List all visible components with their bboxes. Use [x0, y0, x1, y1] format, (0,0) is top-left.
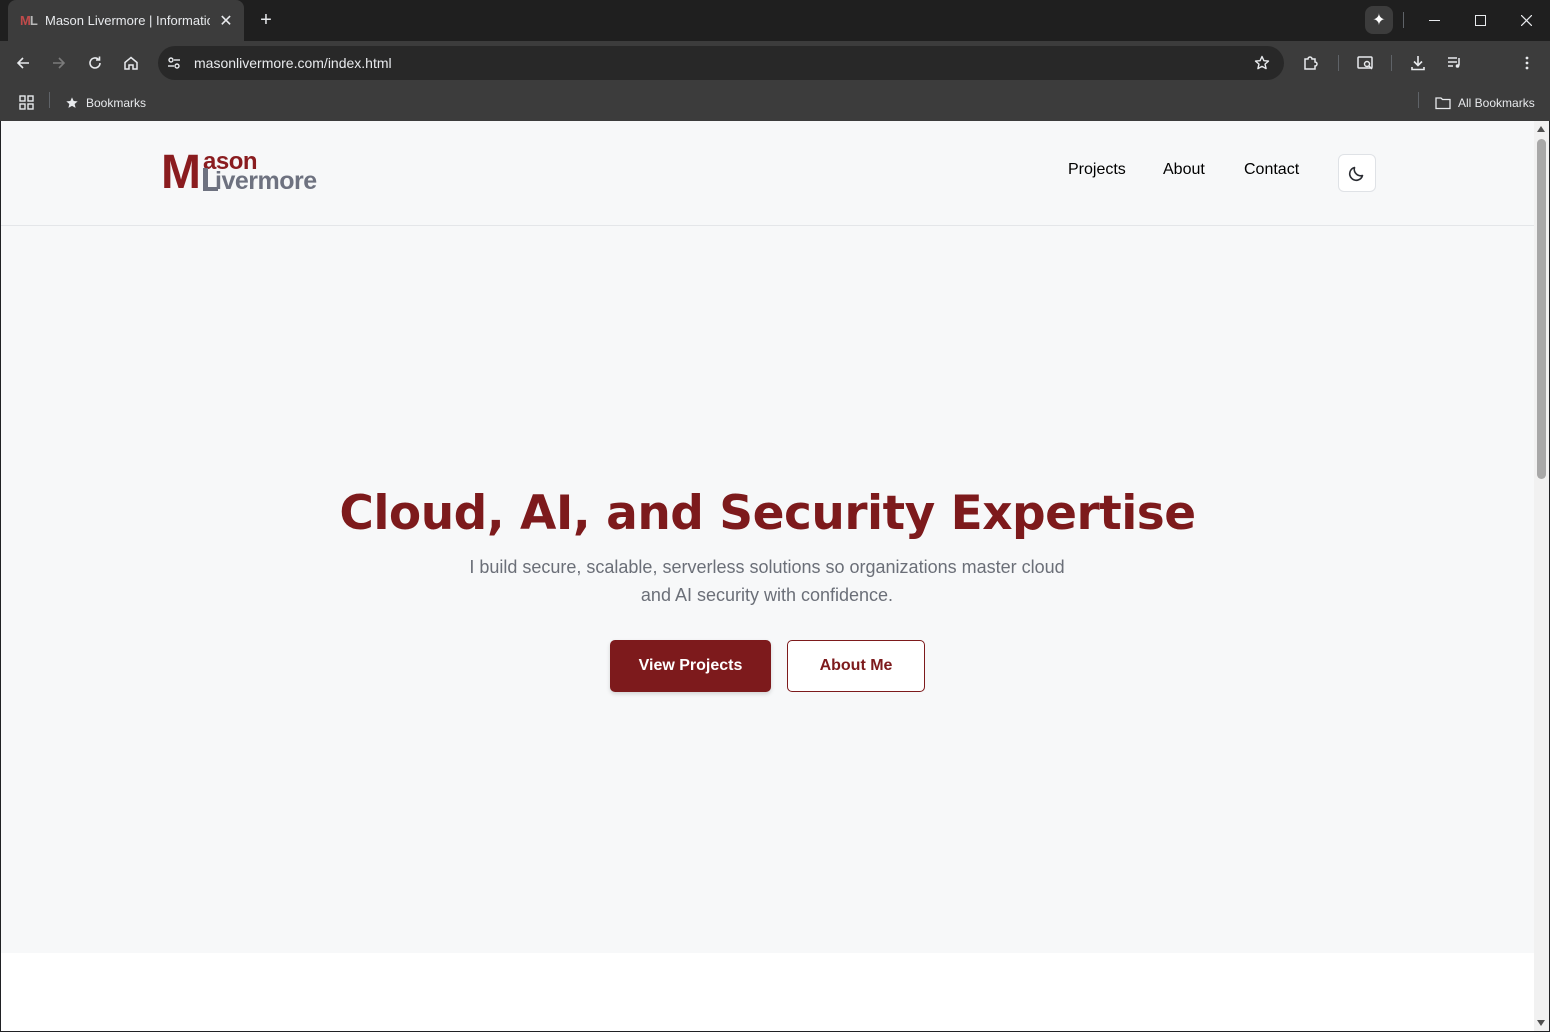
- divider: [1418, 92, 1419, 108]
- minimize-button[interactable]: [1411, 0, 1457, 41]
- nav-link-projects[interactable]: Projects: [1068, 161, 1126, 179]
- close-icon: [1520, 15, 1532, 26]
- logo-ivermore: ivermore: [215, 167, 317, 195]
- close-tab-icon[interactable]: ✕: [218, 11, 234, 31]
- all-bookmarks-label: All Bookmarks: [1458, 96, 1535, 110]
- forward-button[interactable]: [45, 49, 73, 77]
- star-icon: [1254, 55, 1270, 70]
- site-info-button[interactable]: [160, 49, 188, 77]
- moon-icon: [1348, 166, 1364, 182]
- back-icon: [16, 57, 29, 69]
- favicon-icon: ML: [20, 13, 38, 28]
- bookmarks-bar: Bookmarks All Bookmarks: [0, 85, 1550, 121]
- bookmark-star-button[interactable]: [1248, 49, 1276, 77]
- star-icon: [66, 97, 78, 108]
- new-tab-button[interactable]: +: [255, 8, 277, 32]
- maximize-icon: [1474, 15, 1486, 26]
- home-icon: [124, 56, 138, 70]
- page-scrollbar[interactable]: [1534, 121, 1549, 1031]
- minimize-icon: [1428, 20, 1440, 21]
- scroll-thumb[interactable]: [1537, 139, 1546, 479]
- hero-subtitle: I build secure, scalable, serverless sol…: [469, 557, 1065, 605]
- all-bookmarks-folder[interactable]: All Bookmarks: [1435, 93, 1535, 113]
- browser-tab[interactable]: ML Mason Livermore | Information ✕: [8, 0, 244, 41]
- download-icon: [1411, 56, 1425, 71]
- extensions-icon: [1304, 56, 1318, 70]
- reload-button[interactable]: [81, 49, 109, 77]
- gemini-button[interactable]: ✦: [1365, 6, 1393, 34]
- bookmarks-folder[interactable]: Bookmarks: [65, 93, 146, 113]
- more-menu-button[interactable]: [1513, 49, 1541, 77]
- hero-title: Cloud, AI, and Security Expertise: [339, 486, 1196, 541]
- apps-button[interactable]: [17, 93, 37, 113]
- downloads-button[interactable]: [1404, 49, 1432, 77]
- scroll-down-icon[interactable]: [1537, 1020, 1545, 1026]
- url-text[interactable]: masonlivermore.com/index.html: [194, 55, 1248, 71]
- browser-chrome: ML Mason Livermore | Information ✕ + ✦ m…: [0, 0, 1550, 121]
- logo-m: M: [161, 146, 201, 199]
- site-info-icon: [168, 57, 180, 69]
- theme-toggle-button[interactable]: [1338, 154, 1376, 192]
- site-logo[interactable]: M ason ivermore: [161, 146, 336, 199]
- page-viewport: M ason ivermore Projects About Contact C…: [1, 121, 1534, 1031]
- tab-strip: ML Mason Livermore | Information ✕ + ✦: [0, 0, 1550, 41]
- reading-mode-button[interactable]: [1351, 49, 1379, 77]
- next-section: [1, 953, 1534, 1031]
- scroll-up-icon[interactable]: [1537, 126, 1545, 132]
- about-me-button[interactable]: About Me: [787, 640, 925, 692]
- address-bar[interactable]: masonlivermore.com/index.html: [158, 46, 1284, 80]
- folder-icon: [1435, 97, 1451, 110]
- nav-link-about[interactable]: About: [1163, 161, 1205, 179]
- extensions-button[interactable]: [1297, 49, 1325, 77]
- back-button[interactable]: [9, 49, 37, 77]
- bookmarks-label: Bookmarks: [86, 96, 147, 110]
- divider: [49, 92, 50, 108]
- media-control-button[interactable]: [1441, 49, 1469, 77]
- more-menu-icon: [1525, 56, 1529, 70]
- home-button[interactable]: [117, 49, 145, 77]
- forward-icon: [53, 57, 66, 69]
- reading-mode-icon: [1357, 56, 1373, 70]
- browser-toolbar: masonlivermore.com/index.html: [0, 41, 1550, 85]
- tab-title: Mason Livermore | Information: [45, 13, 210, 28]
- nav-link-contact[interactable]: Contact: [1244, 161, 1299, 179]
- view-projects-button[interactable]: View Projects: [610, 640, 771, 692]
- divider: [1338, 55, 1339, 71]
- site-header: M ason ivermore Projects About Contact: [1, 121, 1534, 226]
- reload-icon: [89, 56, 101, 69]
- divider: [1391, 55, 1392, 71]
- apps-icon: [19, 95, 34, 110]
- close-window-button[interactable]: [1503, 0, 1549, 41]
- maximize-button[interactable]: [1457, 0, 1503, 41]
- media-control-icon: [1448, 57, 1460, 68]
- divider: [1403, 12, 1404, 28]
